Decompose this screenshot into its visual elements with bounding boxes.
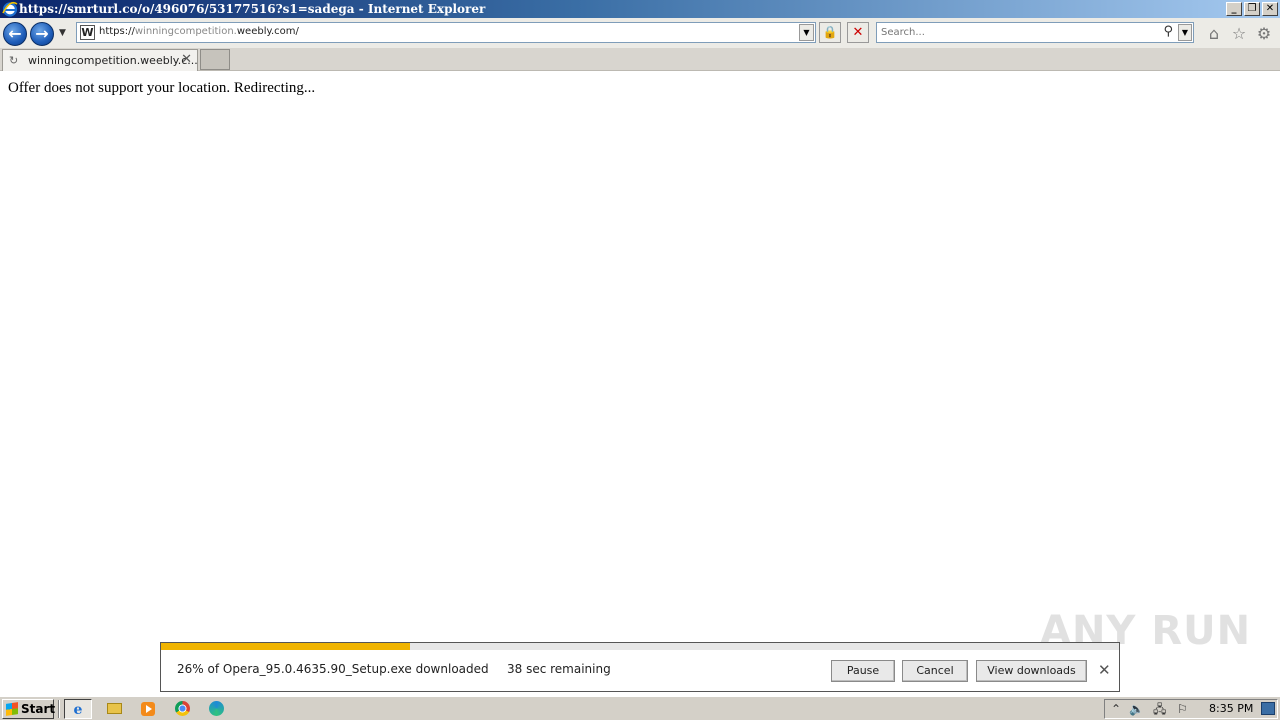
windows-logo-icon bbox=[6, 702, 18, 716]
cancel-button[interactable]: Cancel bbox=[902, 660, 968, 682]
taskbar-folder-icon[interactable] bbox=[100, 699, 128, 719]
tab-close-icon[interactable]: ✕ bbox=[181, 52, 192, 67]
taskbar-edge-icon[interactable] bbox=[202, 699, 230, 719]
download-close-icon[interactable]: ✕ bbox=[1098, 661, 1111, 679]
address-bar[interactable]: W https://winningcompetition.weebly.com/… bbox=[76, 22, 816, 43]
navigation-bar: ← → ▼ W https://winningcompetition.weebl… bbox=[0, 18, 1280, 48]
loading-spinner-icon: ↻ bbox=[9, 54, 19, 67]
show-desktop-icon[interactable] bbox=[1261, 702, 1275, 715]
download-progress-fill bbox=[161, 643, 411, 650]
download-bar: 26% of Opera_95.0.4635.90_Setup.exe down… bbox=[160, 642, 1120, 692]
tab-bar: ↻ winningcompetition.weebly.c... ✕ bbox=[0, 48, 1280, 71]
site-favicon-icon: W bbox=[80, 25, 95, 40]
action-center-flag-icon[interactable]: ⚐ bbox=[1177, 701, 1188, 717]
search-box[interactable]: ⚲ ▼ bbox=[876, 22, 1194, 43]
window-titlebar: https://smrturl.co/o/496076/53177516?s1=… bbox=[0, 0, 1280, 18]
restore-button[interactable]: ❐ bbox=[1244, 2, 1260, 16]
close-window-button[interactable]: ✕ bbox=[1262, 2, 1278, 16]
pause-button[interactable]: Pause bbox=[831, 660, 895, 682]
home-icon[interactable]: ⌂ bbox=[1204, 24, 1224, 44]
search-dropdown-icon[interactable]: ▼ bbox=[1178, 24, 1192, 41]
tab-label: winningcompetition.weebly.c... bbox=[28, 54, 198, 67]
settings-gear-icon[interactable]: ⚙ bbox=[1254, 24, 1274, 44]
ie-logo-icon bbox=[2, 1, 18, 17]
taskbar-chrome-icon[interactable] bbox=[168, 699, 196, 719]
history-dropdown-icon[interactable]: ▼ bbox=[59, 28, 66, 38]
favorites-star-icon[interactable]: ☆ bbox=[1229, 24, 1249, 44]
forward-button[interactable]: → bbox=[30, 22, 54, 46]
security-lock-icon[interactable]: 🔒 bbox=[819, 22, 841, 43]
view-downloads-button[interactable]: View downloads bbox=[976, 660, 1087, 682]
url-subdomain: winningcompetition. bbox=[134, 26, 237, 37]
start-button[interactable]: Start bbox=[2, 699, 56, 719]
taskbar-separator bbox=[58, 700, 60, 718]
minimize-button[interactable]: _ bbox=[1226, 2, 1242, 16]
url-scheme: https:// bbox=[99, 26, 135, 37]
volume-icon[interactable]: 🔈 bbox=[1129, 701, 1144, 717]
new-tab-button[interactable] bbox=[200, 49, 230, 70]
download-status: 26% of Opera_95.0.4635.90_Setup.exe down… bbox=[177, 662, 489, 676]
window-controls: _ ❐ ✕ bbox=[1226, 2, 1278, 16]
tray-expand-icon[interactable]: ⌃ bbox=[1111, 701, 1121, 717]
taskbar-media-player-icon[interactable] bbox=[134, 699, 162, 719]
start-label: Start bbox=[21, 702, 56, 716]
tab-active[interactable]: ↻ winningcompetition.weebly.c... ✕ bbox=[2, 49, 198, 71]
download-time-remaining: 38 sec remaining bbox=[507, 662, 611, 676]
search-icon[interactable]: ⚲ bbox=[1163, 24, 1173, 39]
address-dropdown-icon[interactable]: ▼ bbox=[799, 24, 814, 41]
page-content: Offer does not support your location. Re… bbox=[0, 72, 1280, 696]
system-tray: ⌃ 🔈 🖧 ⚐ 8:35 PM bbox=[1104, 699, 1278, 719]
address-url[interactable]: https://winningcompetition.weebly.com/ bbox=[99, 26, 299, 37]
back-button[interactable]: ← bbox=[3, 22, 27, 46]
taskbar: Start e ⌃ 🔈 🖧 ⚐ 8:35 PM bbox=[0, 696, 1280, 720]
redirect-message: Offer does not support your location. Re… bbox=[8, 80, 316, 96]
stop-icon[interactable]: ✕ bbox=[847, 22, 869, 43]
window-title: https://smrturl.co/o/496076/53177516?s1=… bbox=[19, 2, 486, 16]
url-domain: weebly.com/ bbox=[236, 26, 299, 37]
taskbar-clock[interactable]: 8:35 PM bbox=[1209, 702, 1253, 715]
network-icon[interactable]: 🖧 bbox=[1153, 701, 1166, 717]
download-progress-track bbox=[161, 643, 1119, 650]
search-input[interactable] bbox=[881, 25, 1151, 40]
taskbar-ie-icon[interactable]: e bbox=[64, 699, 92, 719]
